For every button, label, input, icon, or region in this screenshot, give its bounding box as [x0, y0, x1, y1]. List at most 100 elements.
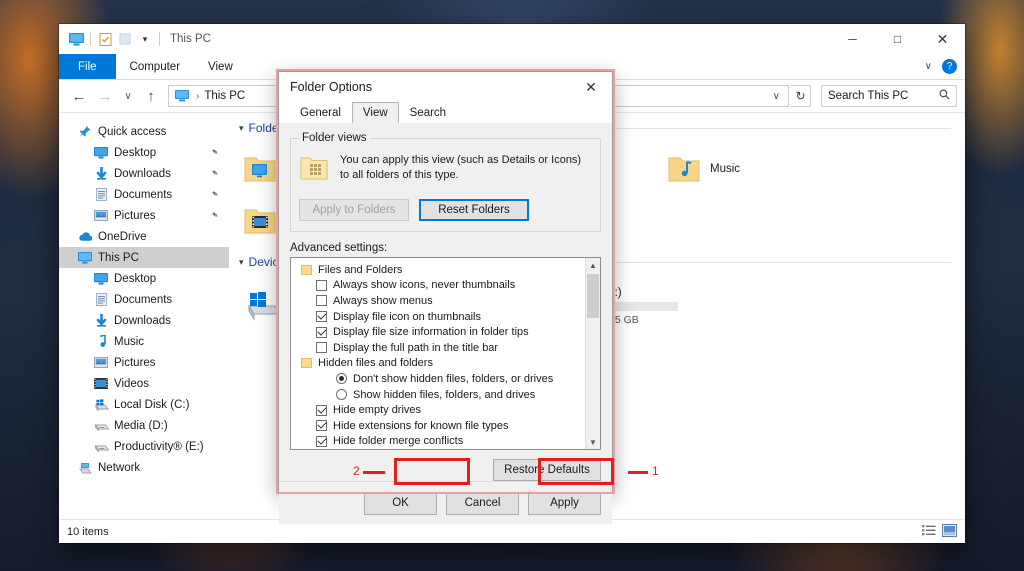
radio-icon[interactable] — [336, 389, 347, 400]
minimize-button[interactable]: ─ — [830, 24, 875, 54]
tab-file[interactable]: File — [59, 54, 116, 79]
pin-icon[interactable]: ✒ — [209, 167, 222, 180]
setting-checkbox[interactable]: Hide empty drives — [297, 402, 585, 418]
cancel-button[interactable]: Cancel — [446, 492, 519, 515]
forward-button[interactable]: → — [93, 84, 117, 108]
new-folder-icon[interactable] — [115, 29, 135, 49]
up-button[interactable]: ↑ — [139, 84, 163, 108]
sidebar-item-desktop[interactable]: Desktop✒ — [59, 142, 229, 163]
tab-view[interactable]: View — [352, 102, 399, 123]
setting-checkbox[interactable]: Display the full path in the title bar — [297, 340, 585, 356]
folder-tile-music[interactable]: Music — [667, 143, 879, 195]
sidebar-item-desktop[interactable]: Desktop — [59, 268, 229, 289]
breadcrumb[interactable]: This PC — [204, 90, 245, 102]
search-input[interactable]: Search This PC — [821, 85, 957, 107]
properties-icon[interactable] — [95, 29, 115, 49]
sidebar-item-pictures[interactable]: Pictures ✒ — [59, 205, 229, 226]
folder-icon — [301, 265, 312, 275]
radio-icon[interactable] — [336, 373, 347, 384]
apply-button[interactable]: Apply — [528, 492, 601, 515]
sidebar-item-documents[interactable]: Documents — [59, 289, 229, 310]
advanced-settings-list[interactable]: Files and FoldersAlways show icons, neve… — [290, 257, 601, 450]
setting-checkbox[interactable]: Display file size information in folder … — [297, 324, 585, 340]
back-button[interactable]: ← — [67, 84, 91, 108]
large-icons-view-icon[interactable] — [942, 524, 957, 540]
setting-radio[interactable]: Don't show hidden files, folders, or dri… — [297, 371, 585, 387]
setting-checkbox[interactable]: Always show icons, never thumbnails — [297, 278, 585, 294]
downloads-icon — [91, 314, 111, 327]
sidebar-item-label: Downloads — [114, 315, 171, 327]
address-dropdown-icon[interactable]: ∨ — [773, 91, 784, 102]
checkbox-icon[interactable] — [316, 405, 327, 416]
collapse-ribbon-icon[interactable]: ∨ — [925, 61, 932, 72]
sidebar-item-downloads[interactable]: Downloads — [59, 310, 229, 331]
checkbox-icon[interactable] — [316, 295, 327, 306]
sidebar-item-label: Media (D:) — [114, 420, 168, 432]
chevron-down-icon[interactable]: ▾ — [239, 257, 244, 268]
setting-checkbox[interactable]: Hide folder merge conflicts — [297, 434, 585, 450]
tab-search[interactable]: Search — [399, 102, 457, 123]
details-view-icon[interactable] — [922, 524, 936, 539]
sidebar-item-local-disk-c[interactable]: Local Disk (C:) — [59, 394, 229, 415]
pc-icon[interactable] — [66, 29, 86, 49]
close-button[interactable]: ✕ — [920, 24, 965, 54]
videos-icon — [91, 378, 111, 389]
dialog-title: Folder Options — [279, 80, 372, 94]
music-icon — [91, 335, 111, 348]
pin-icon[interactable]: ✒ — [209, 146, 222, 159]
scrollbar-track[interactable] — [586, 272, 600, 435]
pin-icon[interactable]: ✒ — [209, 209, 222, 222]
scroll-up-icon[interactable]: ▲ — [589, 258, 597, 272]
annotation-1-number: 1 — [652, 464, 659, 478]
folder-views-section: Folder views You can apply this view (su… — [290, 132, 601, 232]
sidebar-item-quick-access[interactable]: Quick access — [59, 121, 229, 142]
setting-checkbox[interactable]: Always show menus — [297, 293, 585, 309]
breadcrumb-separator: › — [196, 91, 199, 102]
quick-access-dropdown-icon[interactable]: ▾ — [135, 29, 155, 49]
setting-radio[interactable]: Show hidden files, folders, and drives — [297, 387, 585, 403]
sidebar-item-media-d[interactable]: Media (D:) — [59, 415, 229, 436]
sidebar-item-documents[interactable]: Documents✒ — [59, 184, 229, 205]
sidebar-item-label: Quick access — [98, 126, 166, 138]
recent-locations-button[interactable]: ∨ — [119, 84, 137, 108]
ok-button[interactable]: OK — [364, 492, 437, 515]
navigation-pane[interactable]: Quick accessDesktop✒Downloads✒Documents✒… — [59, 113, 229, 519]
tab-computer[interactable]: Computer — [116, 54, 195, 79]
chevron-down-icon[interactable]: ▾ — [239, 123, 244, 134]
checkbox-icon[interactable] — [316, 436, 327, 447]
checkbox-icon[interactable] — [316, 280, 327, 291]
sidebar-item-downloads[interactable]: Downloads✒ — [59, 163, 229, 184]
scroll-down-icon[interactable]: ▼ — [589, 435, 597, 449]
sidebar-item-music[interactable]: Music — [59, 331, 229, 352]
tab-general[interactable]: General — [289, 102, 352, 123]
sidebar-item-pictures[interactable]: Pictures — [59, 352, 229, 373]
folder-tile-label: Music — [710, 163, 740, 175]
refresh-button[interactable]: ↻ — [791, 85, 811, 107]
checkbox-icon[interactable] — [316, 420, 327, 431]
pin-icon[interactable]: ✒ — [209, 188, 222, 201]
sidebar-item-label: Desktop — [114, 273, 156, 285]
sidebar-item-network[interactable]: Network — [59, 457, 229, 478]
advanced-settings-scrollbar[interactable]: ▲ ▼ — [585, 258, 600, 449]
help-icon[interactable]: ? — [942, 59, 957, 74]
restore-defaults-button[interactable]: Restore Defaults — [493, 459, 601, 481]
reset-folders-button[interactable]: Reset Folders — [419, 199, 529, 221]
setting-label: Hide empty drives — [333, 404, 421, 416]
scrollbar-thumb[interactable] — [587, 274, 599, 318]
setting-checkbox[interactable]: Display file icon on thumbnails — [297, 309, 585, 325]
sidebar-item-onedrive[interactable]: OneDrive — [59, 226, 229, 247]
sidebar-item-label: Pictures — [114, 210, 156, 222]
advanced-settings-rows[interactable]: Files and FoldersAlways show icons, neve… — [291, 258, 585, 449]
sidebar-item-this-pc[interactable]: This PC — [59, 247, 229, 268]
setting-checkbox[interactable]: Hide extensions for known file types — [297, 418, 585, 434]
checkbox-icon[interactable] — [316, 311, 327, 322]
sidebar-item-videos[interactable]: Videos — [59, 373, 229, 394]
search-icon[interactable] — [939, 89, 950, 103]
setting-label: Always show icons, never thumbnails — [333, 279, 515, 291]
maximize-button[interactable]: □ — [875, 24, 920, 54]
checkbox-icon[interactable] — [316, 342, 327, 353]
checkbox-icon[interactable] — [316, 327, 327, 338]
sidebar-item-productivity-e[interactable]: Productivity® (E:) — [59, 436, 229, 457]
tab-view[interactable]: View — [194, 54, 247, 79]
dialog-close-icon[interactable]: ✕ — [570, 72, 612, 102]
